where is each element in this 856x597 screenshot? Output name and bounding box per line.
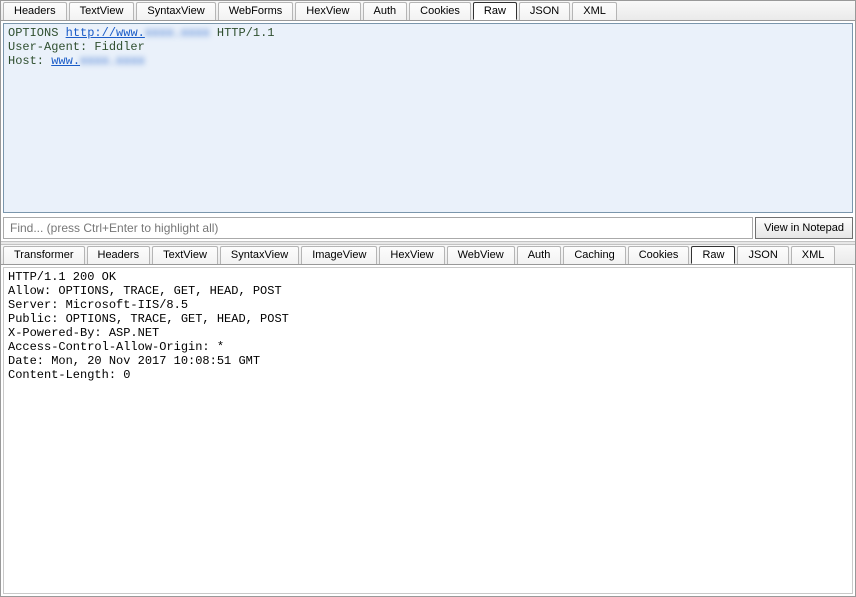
request-tab-textview[interactable]: TextView: [69, 2, 135, 20]
request-tab-headers[interactable]: Headers: [3, 2, 67, 20]
user-agent-val: Fiddler: [94, 40, 144, 54]
response-tab-hexview[interactable]: HexView: [379, 246, 444, 264]
view-in-notepad-button[interactable]: View in Notepad: [755, 217, 853, 239]
request-tab-syntaxview[interactable]: SyntaxView: [136, 2, 215, 20]
response-panel: HTTP/1.1 200 OK Allow: OPTIONS, TRACE, G…: [1, 265, 855, 596]
host-link-blur: xxxx.xxxx: [80, 54, 145, 68]
request-tab-webforms[interactable]: WebForms: [218, 2, 294, 20]
request-tab-raw[interactable]: Raw: [473, 2, 517, 20]
response-tab-caching[interactable]: Caching: [563, 246, 625, 264]
response-tab-textview[interactable]: TextView: [152, 246, 218, 264]
req-method: OPTIONS: [8, 26, 58, 40]
response-tab-imageview[interactable]: ImageView: [301, 246, 377, 264]
response-tab-syntaxview[interactable]: SyntaxView: [220, 246, 299, 264]
request-tab-xml[interactable]: XML: [572, 2, 617, 20]
response-tab-raw[interactable]: Raw: [691, 246, 735, 264]
host-link[interactable]: www.xxxx.xxxx: [51, 54, 145, 68]
response-tab-cookies[interactable]: Cookies: [628, 246, 690, 264]
user-agent-key: User-Agent:: [8, 40, 87, 54]
response-tab-auth[interactable]: Auth: [517, 246, 562, 264]
request-tab-json[interactable]: JSON: [519, 2, 570, 20]
response-tab-headers[interactable]: Headers: [87, 246, 151, 264]
response-tab-webview[interactable]: WebView: [447, 246, 515, 264]
req-url-blur: xxxx.xxxx: [145, 26, 210, 40]
request-panel: OPTIONS http://www.xxxx.xxxx HTTP/1.1 Us…: [1, 21, 855, 241]
find-row: View in Notepad: [3, 217, 853, 239]
request-tab-cookies[interactable]: Cookies: [409, 2, 471, 20]
response-tab-xml[interactable]: XML: [791, 246, 836, 264]
host-key: Host:: [8, 54, 44, 68]
find-input[interactable]: [3, 217, 753, 239]
response-tab-transformer[interactable]: Transformer: [3, 246, 85, 264]
response-raw-box[interactable]: HTTP/1.1 200 OK Allow: OPTIONS, TRACE, G…: [3, 267, 853, 594]
req-http-version: HTTP/1.1: [217, 26, 275, 40]
request-tab-hexview[interactable]: HexView: [295, 2, 360, 20]
response-tabstrip: TransformerHeadersTextViewSyntaxViewImag…: [1, 245, 855, 265]
request-raw-box[interactable]: OPTIONS http://www.xxxx.xxxx HTTP/1.1 Us…: [3, 23, 853, 213]
request-tabstrip: HeadersTextViewSyntaxViewWebFormsHexView…: [1, 1, 855, 21]
response-tab-json[interactable]: JSON: [737, 246, 788, 264]
request-tab-auth[interactable]: Auth: [363, 2, 408, 20]
req-url-link[interactable]: http://www.xxxx.xxxx: [66, 26, 210, 40]
